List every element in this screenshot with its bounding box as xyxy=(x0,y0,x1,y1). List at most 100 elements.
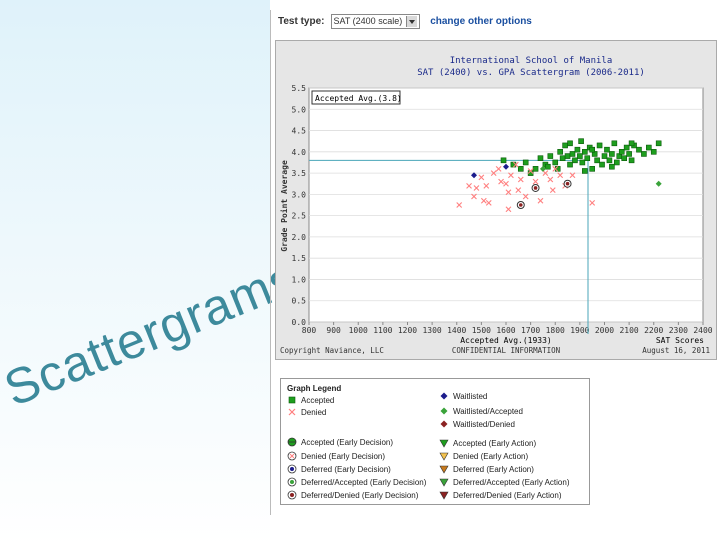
deferred-denied-early-decision-point-core xyxy=(565,181,570,186)
x-tick-label: 900 xyxy=(326,326,341,335)
change-options-link[interactable]: change other options xyxy=(430,16,532,27)
legend-item: Denied (Early Action) xyxy=(439,451,528,461)
accepted-point xyxy=(532,166,539,172)
legend-item: Deferred/Accepted (Early Action) xyxy=(439,477,570,487)
x-tick-label: 1000 xyxy=(349,326,368,335)
legend-item-label: Deferred/Denied (Early Action) xyxy=(453,490,562,500)
legend-symbol-icon xyxy=(287,490,297,500)
legend-symbol-icon xyxy=(287,464,297,474)
legend-symbol-icon xyxy=(287,477,297,487)
x-tick-label: 1200 xyxy=(398,326,417,335)
legend-symbol-icon xyxy=(439,419,449,429)
y-tick-label: 3.0 xyxy=(292,190,307,199)
accepted-point xyxy=(650,149,657,155)
avg-gpa-label: Accepted Avg.(3.8) xyxy=(315,94,402,103)
legend-item: Waitlisted/Accepted xyxy=(439,406,523,416)
legend-item: Accepted (Early Decision) xyxy=(287,437,393,447)
x-avg-label: Accepted Avg.(1933) xyxy=(460,336,552,345)
legend-symbol-icon xyxy=(287,395,297,405)
legend-item-label: Waitlisted xyxy=(453,391,488,401)
date-text: August 16, 2011 xyxy=(642,346,710,355)
scattergram-chart: International School of Manila SAT (2400… xyxy=(279,56,713,355)
legend-item: Deferred/Accepted (Early Decision) xyxy=(287,477,426,487)
y-tick-label: 1.0 xyxy=(292,275,307,284)
accepted-point xyxy=(577,153,583,159)
accepted-point xyxy=(547,153,554,159)
accepted-point xyxy=(578,138,584,144)
accepted-point xyxy=(614,159,620,166)
accepted-point xyxy=(594,157,600,164)
legend-item-label: Denied (Early Action) xyxy=(453,451,529,461)
legend-item-label: Deferred (Early Action) xyxy=(453,464,534,474)
accepted-point xyxy=(584,155,591,161)
y-axis-label: Grade Point Average xyxy=(279,160,289,252)
test-type-toolbar: Test type: SAT (2400 scale) change other… xyxy=(278,12,532,30)
legend-item-label: Waitlisted/Accepted xyxy=(453,406,523,416)
accepted-point xyxy=(604,146,610,153)
accepted-point xyxy=(567,161,573,168)
accepted-point xyxy=(596,142,603,149)
legend-item-label: Deferred (Early Decision) xyxy=(301,464,391,474)
x-tick-label: 1900 xyxy=(570,326,589,335)
accepted-point xyxy=(599,161,605,168)
chart-title-line1: International School of Manila xyxy=(450,56,613,66)
legend-item-label: Accepted (Early Decision) xyxy=(301,437,394,447)
accepted-point xyxy=(611,140,618,147)
accepted-point xyxy=(606,157,613,164)
accepted-point xyxy=(589,166,595,172)
legend-item: Deferred/Denied (Early Action) xyxy=(439,490,562,500)
legend-symbol-icon xyxy=(439,464,449,474)
accepted-point xyxy=(562,142,568,149)
y-tick-label: 5.5 xyxy=(292,84,307,93)
accepted-point xyxy=(517,166,524,172)
x-tick-label: 800 xyxy=(302,326,317,335)
test-type-select[interactable]: SAT (2400 scale) xyxy=(330,13,421,29)
accepted-point xyxy=(581,168,588,174)
accepted-point xyxy=(623,144,630,151)
y-tick-label: 2.0 xyxy=(292,233,307,242)
accepted-point xyxy=(574,146,581,153)
legend-symbol-icon xyxy=(439,391,449,401)
legend-title: Graph Legend xyxy=(287,384,342,393)
accepted-point xyxy=(626,151,632,157)
accepted-point xyxy=(545,163,551,170)
y-tick-label: 0.5 xyxy=(292,297,307,306)
legend-symbol-icon xyxy=(287,451,297,461)
x-tick-label: 1400 xyxy=(447,326,466,335)
legend-item: Waitlisted xyxy=(439,391,487,401)
x-tick-label: 2100 xyxy=(619,326,638,335)
legend-item-label: Waitlisted/Denied xyxy=(453,419,515,429)
deferred-denied-early-decision-point-core xyxy=(518,203,523,207)
legend-item-label: Deferred/Accepted (Early Decision) xyxy=(301,477,427,487)
y-tick-label: 2.5 xyxy=(292,212,307,221)
y-tick-label: 4.0 xyxy=(292,148,307,157)
x-axis-title: SAT Scores xyxy=(656,336,704,345)
legend-item: Deferred/Denied (Early Decision) xyxy=(287,490,418,500)
accepted-point xyxy=(572,157,578,164)
x-tick-label: 2000 xyxy=(595,326,614,335)
test-type-label: Test type: xyxy=(278,15,325,27)
y-tick-label: 1.5 xyxy=(292,254,307,263)
legend-item: Waitlisted/Denied xyxy=(439,419,515,429)
accepted-point xyxy=(628,157,635,164)
y-tick-label: 4.5 xyxy=(292,127,307,136)
x-tick-label: 2300 xyxy=(669,326,688,335)
legend-item-label: Denied (Early Decision) xyxy=(301,451,386,461)
accepted-point xyxy=(646,144,652,151)
graph-legend: Graph Legend Accepted Denied Waitlisted Wai… xyxy=(280,378,590,505)
copyright-text: Copyright Naviance, LLC xyxy=(280,346,384,355)
legend-item: Deferred (Early Action) xyxy=(439,464,534,474)
plot-area xyxy=(308,87,704,323)
accepted-point xyxy=(636,146,642,153)
legend-item-label: Deferred/Accepted (Early Action) xyxy=(453,477,570,487)
x-tick-label: 1500 xyxy=(472,326,491,335)
legend-item: Denied (Early Decision) xyxy=(287,451,385,461)
chevron-down-icon[interactable] xyxy=(406,15,418,27)
x-tick-label: 1800 xyxy=(546,326,565,335)
y-tick-label: 5.0 xyxy=(292,105,307,114)
x-tick-label: 1300 xyxy=(422,326,441,335)
accepted-point xyxy=(552,159,559,166)
accepted-point xyxy=(628,140,635,147)
legend-item-label: Accepted (Early Action) xyxy=(453,438,537,448)
accepted-point xyxy=(655,140,662,147)
